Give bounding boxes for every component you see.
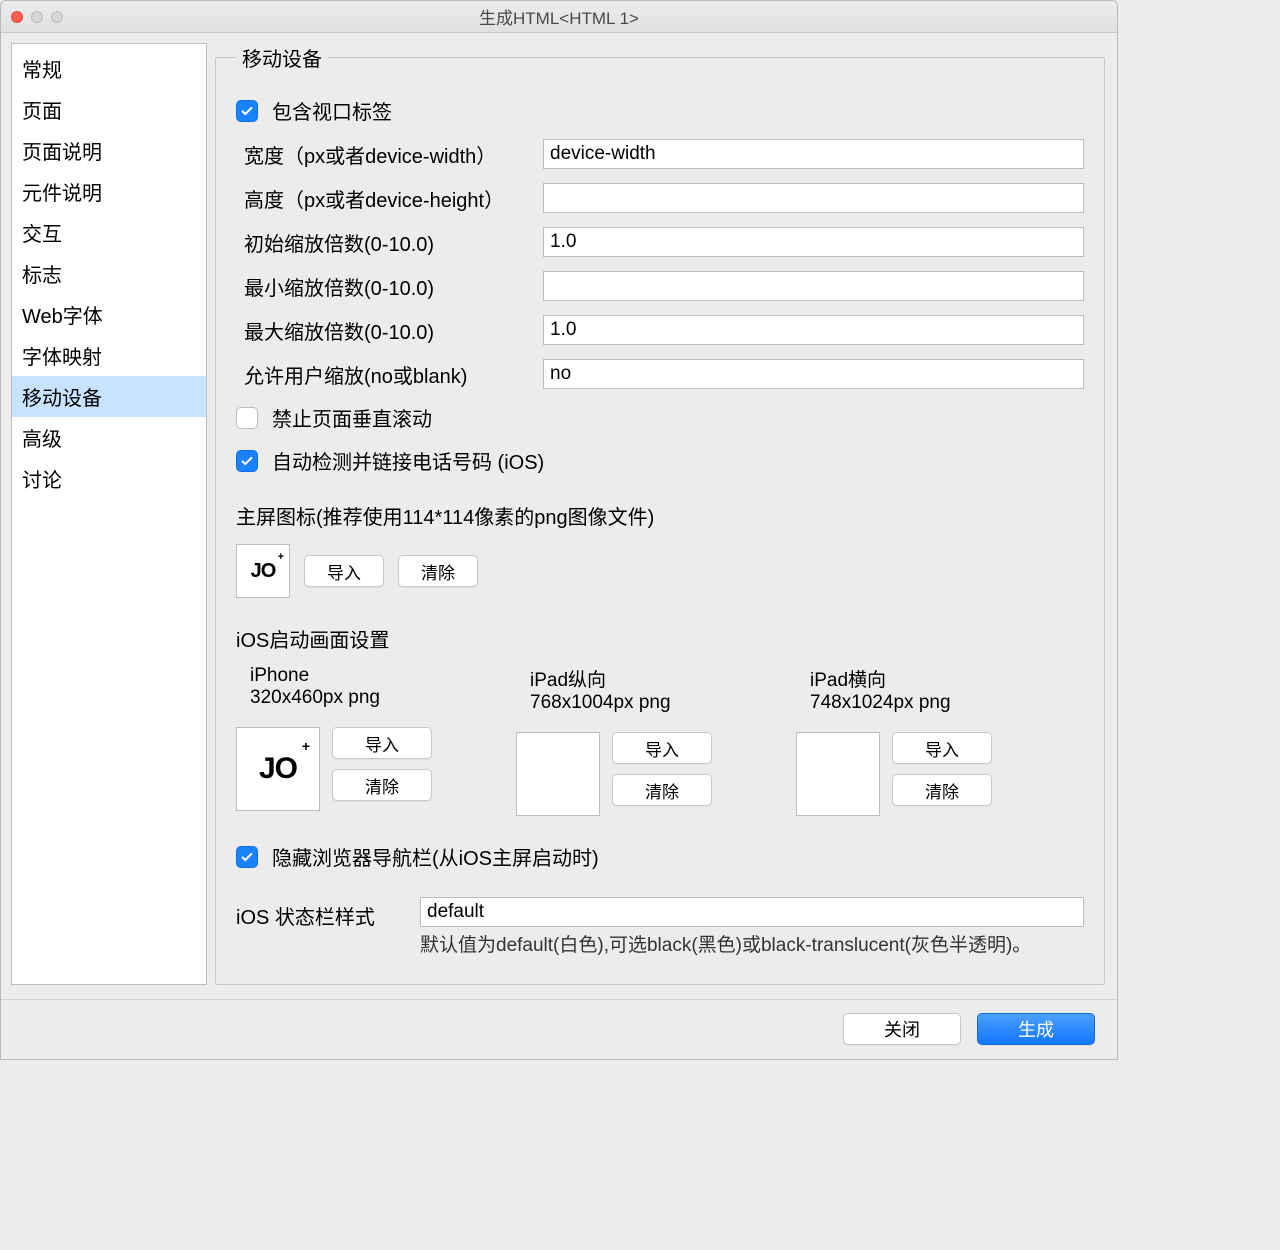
hide-nav-checkbox[interactable] xyxy=(236,846,258,868)
check-icon xyxy=(240,454,254,468)
sidebar-item-logo[interactable]: 标志 xyxy=(12,253,206,294)
status-bar-label: iOS 状态栏样式 xyxy=(236,897,406,930)
sidebar: 常规 页面 页面说明 元件说明 交互 标志 Web字体 字体映射 移动设备 高级… xyxy=(11,43,207,985)
sidebar-item-web-fonts[interactable]: Web字体 xyxy=(12,294,206,335)
splash-ipad-portrait-clear-button[interactable]: 清除 xyxy=(612,774,712,806)
max-scale-label: 最大缩放倍数(0-10.0) xyxy=(236,316,543,345)
status-bar-help: 默认值为default(白色),可选black(黑色)或black-transl… xyxy=(420,933,1084,960)
splash-col-ipad-landscape: iPad横向 748x1024px png 导入 清除 xyxy=(796,665,1052,816)
include-viewport-checkbox[interactable] xyxy=(236,100,258,122)
mobile-group: 移动设备 包含视口标签 宽度（px或者device-width） 高度（px或者… xyxy=(215,43,1105,985)
splash-ipad-landscape-title: iPad横向 xyxy=(796,665,1052,692)
splash-ipad-portrait-dim: 768x1004px png xyxy=(516,692,772,714)
width-input[interactable] xyxy=(543,139,1084,169)
generate-button[interactable]: 生成 xyxy=(977,1013,1095,1045)
thumb-plus: + xyxy=(302,738,309,754)
auto-phone-checkbox[interactable] xyxy=(236,450,258,472)
splash-col-ipad-portrait: iPad纵向 768x1004px png 导入 清除 xyxy=(516,665,772,816)
window-title: 生成HTML<HTML 1> xyxy=(1,4,1117,29)
thumb-text: JO xyxy=(259,752,297,786)
splash-ipad-portrait-title: iPad纵向 xyxy=(516,665,772,692)
sidebar-item-general[interactable]: 常规 xyxy=(12,48,206,89)
close-button[interactable]: 关闭 xyxy=(843,1013,961,1045)
sidebar-item-discuss[interactable]: 讨论 xyxy=(12,458,206,499)
home-icon-thumbnail[interactable]: JO+ xyxy=(236,544,290,598)
min-scale-label: 最小缩放倍数(0-10.0) xyxy=(236,272,543,301)
sidebar-item-mobile[interactable]: 移动设备 xyxy=(12,376,206,417)
home-icon-section-label: 主屏图标(推荐使用114*114像素的png图像文件) xyxy=(236,501,1084,530)
home-icon-clear-button[interactable]: 清除 xyxy=(398,555,478,587)
splash-col-iphone: iPhone 320x460px png JO + 导入 清除 xyxy=(236,665,492,816)
sidebar-item-widget-notes[interactable]: 元件说明 xyxy=(12,171,206,212)
sidebar-item-page-notes[interactable]: 页面说明 xyxy=(12,130,206,171)
prevent-vscroll-checkbox[interactable] xyxy=(236,407,258,429)
splash-iphone-import-button[interactable]: 导入 xyxy=(332,727,432,759)
sidebar-item-pages[interactable]: 页面 xyxy=(12,89,206,130)
initial-scale-input[interactable] xyxy=(543,227,1084,257)
thumb-text: JO xyxy=(251,560,276,583)
status-bar-input[interactable] xyxy=(420,897,1084,927)
max-scale-input[interactable] xyxy=(543,315,1084,345)
splash-ipad-portrait-import-button[interactable]: 导入 xyxy=(612,732,712,764)
splash-ipad-portrait-thumbnail[interactable] xyxy=(516,732,600,816)
initial-scale-label: 初始缩放倍数(0-10.0) xyxy=(236,228,543,257)
check-icon xyxy=(240,104,254,118)
dialog-footer: 关闭 生成 xyxy=(1,999,1117,1059)
splash-iphone-thumbnail[interactable]: JO + xyxy=(236,727,320,811)
dialog-body: 常规 页面 页面说明 元件说明 交互 标志 Web字体 字体映射 移动设备 高级… xyxy=(1,33,1117,999)
splash-section-label: iOS启动画面设置 xyxy=(236,624,1084,653)
check-icon xyxy=(240,850,254,864)
home-icon-import-button[interactable]: 导入 xyxy=(304,555,384,587)
user-scalable-input[interactable] xyxy=(543,359,1084,389)
height-label: 高度（px或者device-height） xyxy=(236,184,543,213)
sidebar-item-advanced[interactable]: 高级 xyxy=(12,417,206,458)
main-panel: 移动设备 包含视口标签 宽度（px或者device-width） 高度（px或者… xyxy=(215,43,1105,985)
splash-iphone-title: iPhone xyxy=(236,665,492,687)
sidebar-item-interactions[interactable]: 交互 xyxy=(12,212,206,253)
user-scalable-label: 允许用户缩放(no或blank) xyxy=(236,360,543,389)
splash-iphone-dim: 320x460px png xyxy=(236,687,492,709)
min-scale-input[interactable] xyxy=(543,271,1084,301)
prevent-vscroll-label: 禁止页面垂直滚动 xyxy=(272,403,432,432)
splash-columns: iPhone 320x460px png JO + 导入 清除 xyxy=(236,665,1084,816)
include-viewport-label: 包含视口标签 xyxy=(272,96,392,125)
auto-phone-label: 自动检测并链接电话号码 (iOS) xyxy=(272,446,544,475)
splash-ipad-landscape-import-button[interactable]: 导入 xyxy=(892,732,992,764)
hide-nav-label: 隐藏浏览器导航栏(从iOS主屏启动时) xyxy=(272,842,599,871)
titlebar: 生成HTML<HTML 1> xyxy=(1,1,1117,33)
splash-ipad-landscape-thumbnail[interactable] xyxy=(796,732,880,816)
height-input[interactable] xyxy=(543,183,1084,213)
sidebar-item-font-mapping[interactable]: 字体映射 xyxy=(12,335,206,376)
splash-iphone-clear-button[interactable]: 清除 xyxy=(332,769,432,801)
dialog-window: 生成HTML<HTML 1> 常规 页面 页面说明 元件说明 交互 标志 Web… xyxy=(0,0,1118,1060)
thumb-plus: + xyxy=(278,551,283,563)
width-label: 宽度（px或者device-width） xyxy=(236,140,543,169)
splash-ipad-landscape-clear-button[interactable]: 清除 xyxy=(892,774,992,806)
splash-ipad-landscape-dim: 748x1024px png xyxy=(796,692,1052,714)
group-legend: 移动设备 xyxy=(236,43,328,72)
